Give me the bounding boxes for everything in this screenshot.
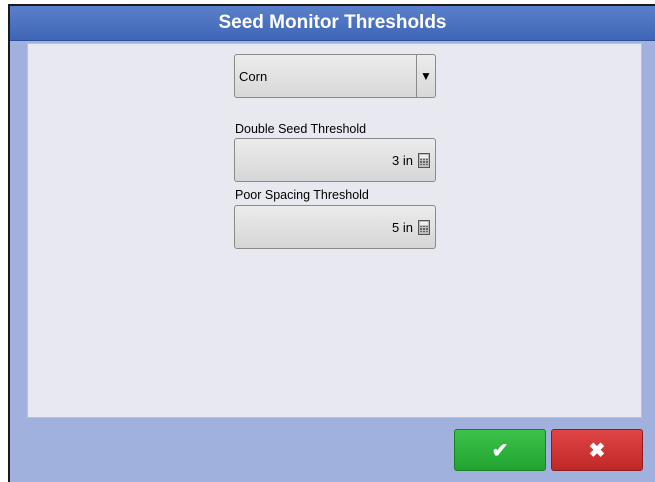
calculator-icon[interactable] <box>418 219 430 235</box>
double-seed-field[interactable]: 3 in <box>234 138 436 182</box>
content-panel: Corn ▼ Double Seed Threshold 3 in Poor S… <box>27 43 642 418</box>
cancel-button[interactable]: ✖ <box>551 429 643 471</box>
dialog-window: Seed Monitor Thresholds Corn ▼ Double Se… <box>8 4 655 482</box>
dropdown-arrow-icon[interactable]: ▼ <box>416 55 435 97</box>
double-seed-label: Double Seed Threshold <box>235 122 367 136</box>
close-icon: ✖ <box>588 439 606 462</box>
poor-spacing-value: 5 in <box>392 219 413 235</box>
crop-dropdown-value: Corn <box>239 68 268 84</box>
checkmark-icon: ✔ <box>491 439 509 462</box>
poor-spacing-label: Poor Spacing Threshold <box>235 188 369 202</box>
poor-spacing-field[interactable]: 5 in <box>234 205 436 249</box>
dialog-title: Seed Monitor Thresholds <box>10 6 655 41</box>
crop-dropdown[interactable]: Corn ▼ <box>234 54 436 98</box>
double-seed-value: 3 in <box>392 152 413 168</box>
calculator-icon[interactable] <box>418 152 430 168</box>
ok-button[interactable]: ✔ <box>454 429 546 471</box>
